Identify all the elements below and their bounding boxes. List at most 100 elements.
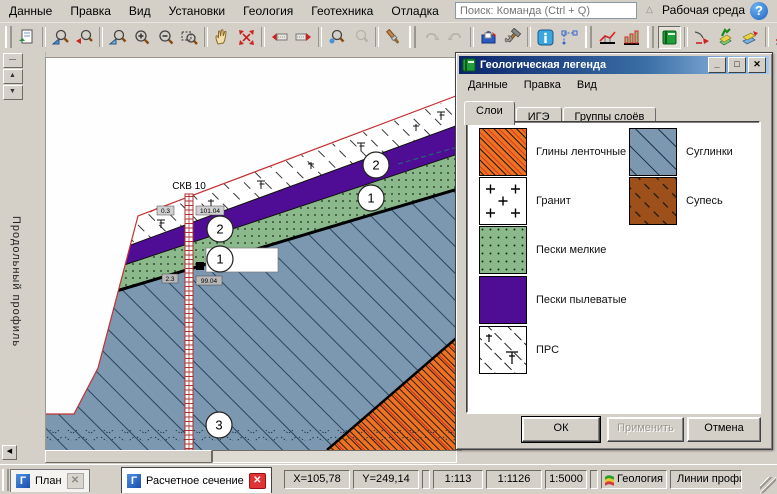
toolbar-grip[interactable] xyxy=(585,26,592,48)
coord-y-panel: Y=249,14 xyxy=(353,470,419,489)
swatch-loam xyxy=(629,128,677,176)
geology-mode-panel[interactable]: Геология xyxy=(601,470,667,489)
maximize-icon[interactable]: □ xyxy=(728,57,746,73)
legend-item-prs[interactable]: ПРС xyxy=(479,326,559,374)
application-window: Данные Правка Вид Установки Геология Гео… xyxy=(0,0,777,493)
vertical-scrollbar[interactable] xyxy=(25,52,46,464)
profile-lines-label: Линии профилей xyxy=(677,471,742,488)
cancel-button[interactable]: Отмена xyxy=(687,417,761,442)
geology-legend-book-icon[interactable] xyxy=(658,26,681,49)
zoom-in-icon[interactable] xyxy=(130,26,153,49)
legend-label: ПРС xyxy=(536,344,559,356)
menu-otladka[interactable]: Отладка xyxy=(382,1,447,21)
close-tab-icon[interactable]: ✕ xyxy=(67,473,84,489)
profile-arrow-icon[interactable] xyxy=(691,26,714,49)
minimize-icon[interactable]: _ xyxy=(708,57,726,73)
profile-drawing-canvas[interactable]: СКВ 10 0.3 101.04 2.3 99.04 2 1 xyxy=(45,57,462,451)
ok-button[interactable]: ОК xyxy=(522,417,600,442)
toolbar-grip[interactable] xyxy=(647,26,654,48)
redo-icon[interactable] xyxy=(444,26,467,49)
line-arrow-icon[interactable] xyxy=(772,26,777,49)
toolbox-icon[interactable] xyxy=(477,26,500,49)
menu-dannye[interactable]: Данные xyxy=(0,1,61,21)
apply-button[interactable]: Применить xyxy=(607,417,684,442)
svg-text:2: 2 xyxy=(372,158,379,173)
scroll-down-icon[interactable]: ▼ xyxy=(3,85,23,100)
zoom-object-icon[interactable] xyxy=(49,26,72,49)
search-expand-icon[interactable]: △ xyxy=(646,4,653,15)
close-tab-icon[interactable]: ✕ xyxy=(249,473,266,489)
zoom-previous-icon[interactable] xyxy=(73,26,96,49)
sample-marker[interactable] xyxy=(196,262,204,270)
scroll-left-icon[interactable]: ◀ xyxy=(2,445,17,460)
status-bar: Г План ✕ Г Расчетное сечение ✕ X=105,78 … xyxy=(0,464,777,494)
toolbar-separator xyxy=(684,27,688,47)
panel-collapse-button[interactable]: — xyxy=(3,53,23,68)
menu-ustanovki[interactable]: Установки xyxy=(160,1,234,21)
tab-sloi[interactable]: Слои xyxy=(464,101,515,125)
scale-horizontal-panel[interactable]: 1:1126 xyxy=(486,470,542,489)
hscroll-thumb[interactable] xyxy=(45,450,212,463)
dialog-menu-pravka[interactable]: Правка xyxy=(516,77,569,93)
zoom-pointer-icon[interactable] xyxy=(106,26,129,49)
paste-profile-icon[interactable] xyxy=(16,26,39,49)
zoom-selection-icon[interactable] xyxy=(325,26,348,49)
window-resize-grip[interactable] xyxy=(760,477,776,493)
legend-item-sandy-loam[interactable]: Супесь xyxy=(629,177,723,225)
workspace-label: Рабочая среда xyxy=(662,3,745,17)
zoom-out-icon[interactable] xyxy=(154,26,177,49)
profile-lines-panel[interactable]: Линии профилей xyxy=(670,470,742,489)
hscroll-track[interactable] xyxy=(212,450,457,463)
command-search-input[interactable] xyxy=(455,2,637,19)
zoom-inactive-icon[interactable] xyxy=(349,26,372,49)
scroll-up-icon[interactable]: ▲ xyxy=(3,69,23,84)
segment-next-icon[interactable] xyxy=(292,26,315,49)
swatch-prs xyxy=(479,326,527,374)
build-tools-icon[interactable] xyxy=(501,26,524,49)
menu-vid[interactable]: Вид xyxy=(120,1,160,21)
doc-tab-plan[interactable]: Г План ✕ xyxy=(10,469,90,492)
undo-icon[interactable] xyxy=(420,26,443,49)
horizontal-scrollbar[interactable] xyxy=(45,450,457,463)
close-icon[interactable]: ✕ xyxy=(748,57,766,73)
status-separator xyxy=(422,470,430,489)
doc-tab-raschetnoe-sechenie[interactable]: Г Расчетное сечение ✕ xyxy=(121,467,272,493)
svg-text:99.04: 99.04 xyxy=(201,278,218,285)
scale-plan-panel[interactable]: 1:5000 xyxy=(545,470,587,489)
menu-pravka[interactable]: Правка xyxy=(61,1,120,21)
help-icon[interactable]: ? xyxy=(750,2,768,20)
legend-item-loam[interactable]: Суглинки xyxy=(629,128,733,176)
workspace-dropdown[interactable]: Рабочая среда ▼ xyxy=(662,3,756,17)
app-doc-icon: Г xyxy=(16,474,30,488)
legend-item-granite[interactable]: Гранит xyxy=(479,177,571,225)
zoom-extents-icon[interactable] xyxy=(235,26,258,49)
repaint-brush-icon[interactable] xyxy=(382,26,405,49)
columns-chart-icon[interactable] xyxy=(620,26,643,49)
object-info-icon[interactable] xyxy=(534,26,557,49)
legend-item-sand-fine[interactable]: Пески мелкие xyxy=(479,226,606,274)
dialog-title-bar[interactable]: Геологическая легенда _ □ ✕ xyxy=(459,56,769,74)
measure-icon[interactable] xyxy=(558,26,581,49)
statusbar-grip xyxy=(2,469,9,491)
dialog-menu-bar: Данные Правка Вид xyxy=(460,77,605,93)
toolbar-grip[interactable] xyxy=(409,26,416,48)
profile-chart-icon[interactable] xyxy=(596,26,619,49)
scale-current-panel[interactable]: 1:113 xyxy=(433,470,483,489)
zoom-window-icon[interactable] xyxy=(178,26,201,49)
toolbar-separator xyxy=(204,27,208,47)
apply-layers-icon[interactable] xyxy=(715,26,738,49)
dialog-menu-vid[interactable]: Вид xyxy=(569,77,605,93)
edit-layers-icon[interactable] xyxy=(739,26,762,49)
dialog-menu-dannye[interactable]: Данные xyxy=(460,77,516,93)
segment-prev-icon[interactable] xyxy=(268,26,291,49)
toolbar-separator xyxy=(765,27,769,47)
legend-item-banded-clay[interactable]: Глины ленточные xyxy=(479,128,626,176)
menu-geologiya[interactable]: Геология xyxy=(234,1,302,21)
swatch-banded-clay xyxy=(479,128,527,176)
pan-hand-icon[interactable] xyxy=(211,26,234,49)
legend-item-sand-silty[interactable]: Пески пылеватые xyxy=(479,276,627,324)
toolbar-separator xyxy=(99,27,103,47)
main-toolbar: » xyxy=(0,22,777,52)
toolbar-grip[interactable] xyxy=(5,26,12,48)
menu-geotehnika[interactable]: Геотехника xyxy=(302,1,382,21)
